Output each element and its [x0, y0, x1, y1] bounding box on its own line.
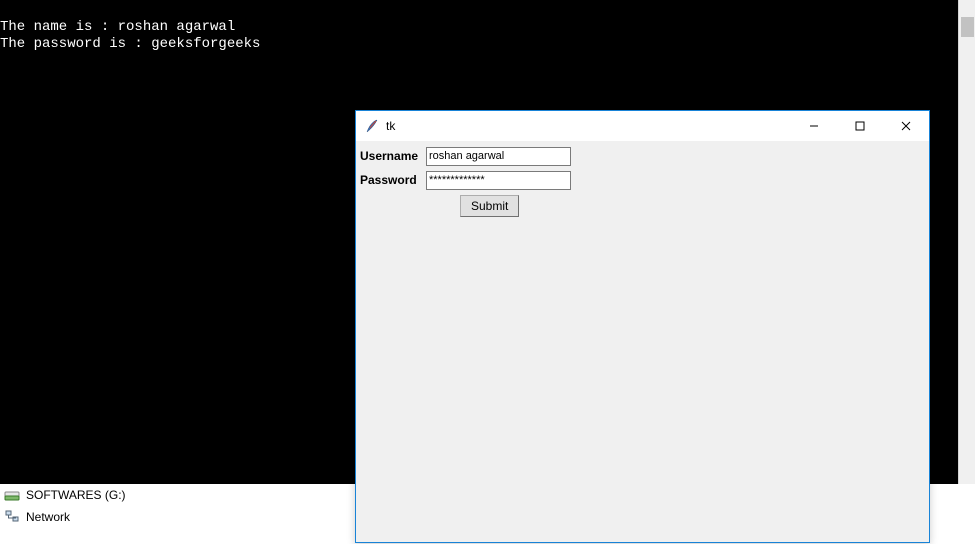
- maximize-button[interactable]: [837, 111, 883, 141]
- username-row: Username: [360, 145, 925, 167]
- password-label: Password: [360, 173, 426, 187]
- password-input[interactable]: [426, 171, 571, 190]
- tk-feather-icon: [364, 118, 380, 134]
- tk-titlebar[interactable]: tk: [356, 111, 929, 141]
- scrollbar-thumb[interactable]: [961, 17, 974, 37]
- explorer-item-softwares[interactable]: SOFTWARES (G:): [0, 484, 200, 506]
- terminal-scrollbar[interactable]: [958, 0, 975, 484]
- explorer-label: Network: [26, 510, 70, 524]
- tk-window-title: tk: [386, 119, 395, 133]
- explorer-label: SOFTWARES (G:): [26, 488, 126, 502]
- close-button[interactable]: [883, 111, 929, 141]
- terminal-line: The name is : roshan agarwal: [0, 19, 235, 35]
- minimize-button[interactable]: [791, 111, 837, 141]
- username-input[interactable]: [426, 147, 571, 166]
- submit-row: Submit: [360, 195, 925, 217]
- network-icon: [4, 509, 20, 525]
- terminal-line: The password is : geeksforgeeks: [0, 36, 260, 52]
- submit-button[interactable]: Submit: [460, 195, 519, 217]
- username-label: Username: [360, 149, 426, 163]
- window-controls: [791, 111, 929, 141]
- tk-window: tk Username Password Submit: [355, 110, 930, 543]
- explorer-tree: SOFTWARES (G:) Network: [0, 484, 200, 544]
- password-row: Password: [360, 169, 925, 191]
- explorer-item-network[interactable]: Network: [0, 506, 200, 528]
- tk-body: Username Password Submit: [356, 141, 929, 221]
- drive-icon: [4, 487, 20, 503]
